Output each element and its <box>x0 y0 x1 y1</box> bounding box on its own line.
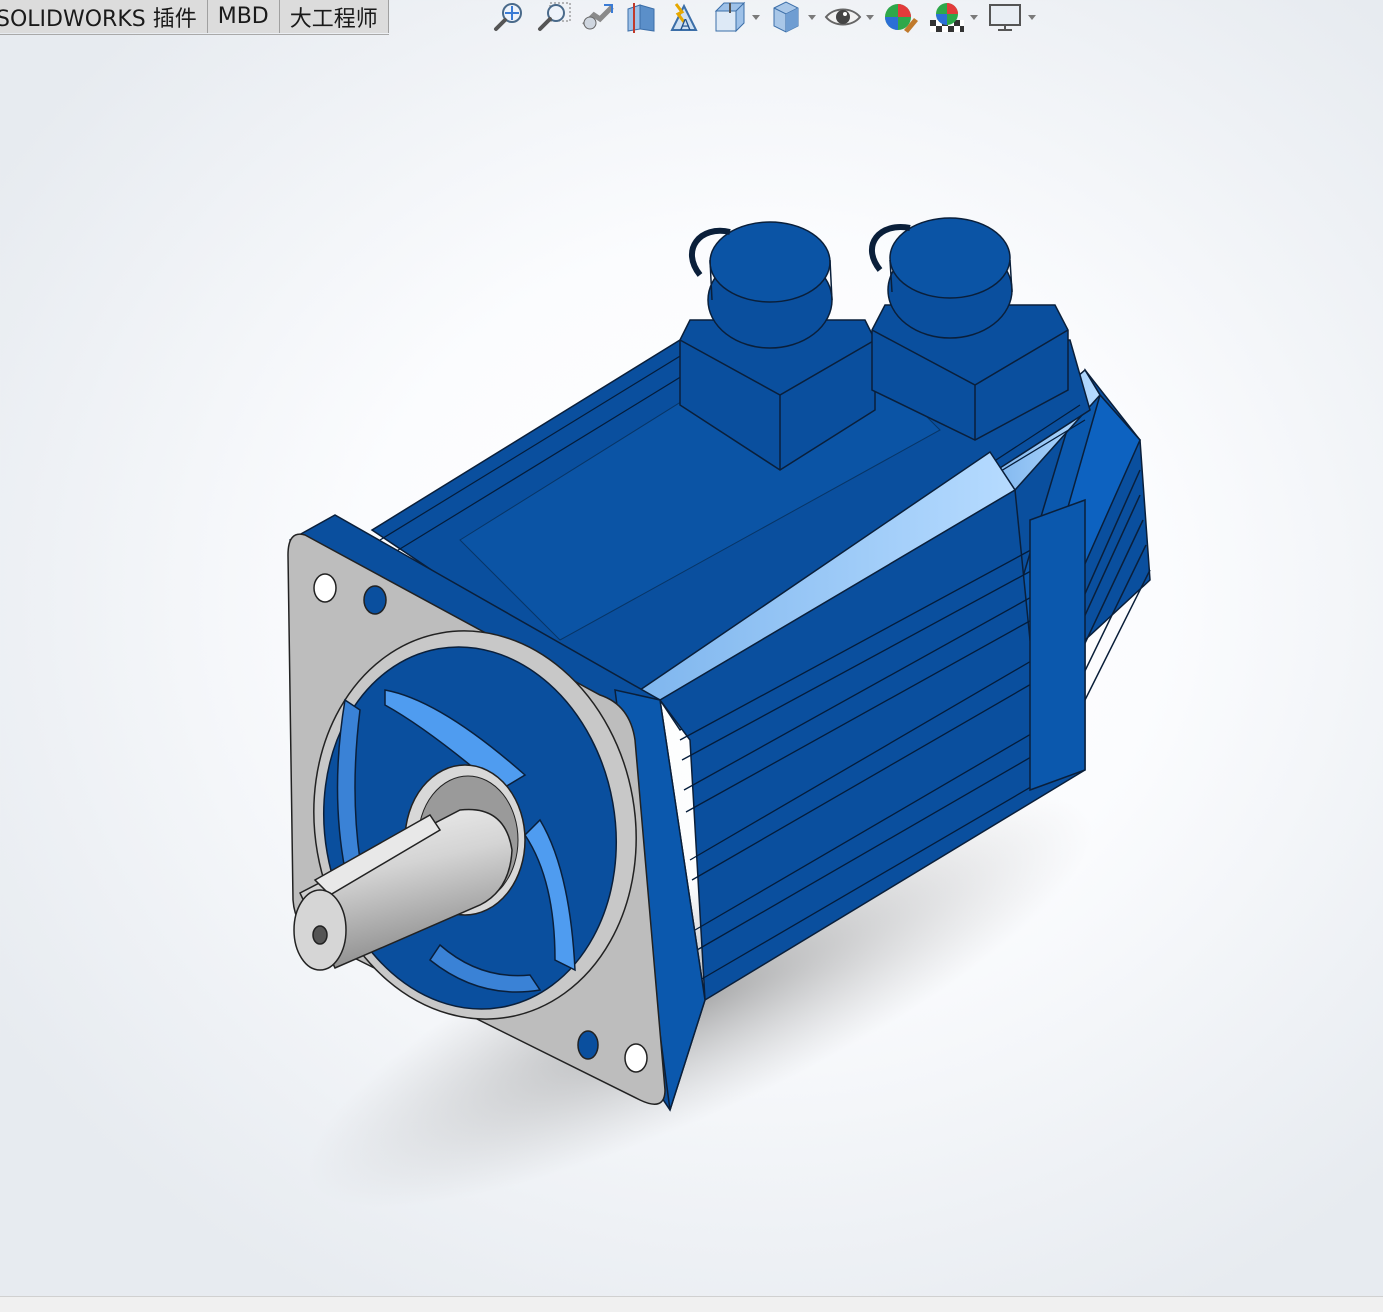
svg-text:A: A <box>680 17 691 34</box>
tab-da-gongchengshi[interactable]: 大工程师 <box>279 0 389 33</box>
graphics-area[interactable] <box>0 34 1383 1296</box>
apply-scene-button[interactable] <box>928 0 978 34</box>
zoom-to-fit-icon <box>494 3 522 31</box>
chevron-down-icon[interactable] <box>866 14 874 20</box>
chevron-down-icon[interactable] <box>970 14 978 20</box>
apply-scene-icon <box>930 3 964 32</box>
hide-show-items-button[interactable] <box>824 1 874 33</box>
zoom-to-area-button[interactable] <box>534 1 572 33</box>
dynamic-annotation-views-icon: A <box>670 3 698 34</box>
previous-view-icon <box>582 4 614 30</box>
heads-up-view-toolbar: A <box>492 0 1044 34</box>
view-settings-button[interactable] <box>986 1 1036 33</box>
chevron-down-icon[interactable] <box>752 14 760 20</box>
chevron-down-icon[interactable] <box>1028 14 1036 20</box>
display-style-icon <box>773 1 799 33</box>
dynamic-annotation-views-button[interactable]: A <box>666 0 704 34</box>
edit-appearance-button[interactable] <box>882 0 920 34</box>
status-bar <box>0 1296 1383 1312</box>
zoom-to-area-icon <box>538 2 571 31</box>
section-view-icon <box>627 3 655 33</box>
chevron-down-icon[interactable] <box>808 14 816 20</box>
servo-motor-model[interactable] <box>0 34 1383 1296</box>
tab-mbd[interactable]: MBD <box>207 0 280 33</box>
view-orientation-button[interactable] <box>712 1 760 33</box>
section-view-button[interactable] <box>624 1 658 33</box>
command-manager-tabs: SOLIDWORKS 插件 MBD 大工程师 <box>0 0 389 35</box>
view-orientation-icon <box>714 1 746 33</box>
edit-appearance-icon <box>885 4 918 33</box>
display-style-button[interactable] <box>768 0 816 34</box>
hide-show-items-icon <box>824 8 862 26</box>
previous-view-button[interactable] <box>580 1 616 33</box>
view-settings-icon <box>989 4 1021 31</box>
zoom-to-fit-button[interactable] <box>492 1 526 33</box>
tab-solidworks-addins[interactable]: SOLIDWORKS 插件 <box>0 0 208 33</box>
